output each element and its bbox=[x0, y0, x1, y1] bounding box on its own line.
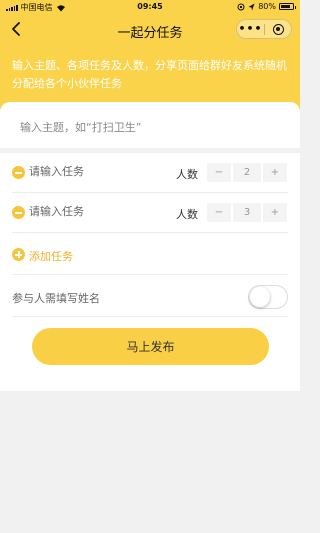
status-right: 80% bbox=[237, 2, 296, 11]
task-panel: 人数 − 2 + 人数 − 3 + 添加任务 参与人需填写姓名 马上发布 bbox=[0, 153, 300, 391]
intro-banner: 输入主题、各项任务及人数，分享页面给群好友系统随机分配给各个小伙伴任务 bbox=[0, 46, 300, 110]
row-divider bbox=[12, 274, 288, 275]
close-button[interactable] bbox=[265, 23, 291, 35]
row-divider bbox=[12, 232, 288, 233]
location-icon bbox=[248, 3, 255, 10]
require-name-label: 参与人需填写姓名 bbox=[12, 292, 100, 305]
task-row: 人数 − 2 + bbox=[0, 153, 300, 193]
toggle-knob bbox=[250, 287, 270, 307]
lock-rotation-icon bbox=[237, 3, 245, 10]
battery-icon bbox=[279, 3, 296, 10]
task-name-input[interactable] bbox=[29, 205, 149, 218]
require-name-row: 参与人需填写姓名 bbox=[0, 277, 300, 317]
count-value[interactable]: 2 bbox=[233, 163, 261, 182]
quantity-stepper: − 2 + bbox=[207, 163, 289, 182]
decrement-button[interactable]: − bbox=[207, 203, 231, 222]
require-name-toggle[interactable] bbox=[248, 285, 288, 309]
count-label: 人数 bbox=[176, 208, 198, 221]
count-value[interactable]: 3 bbox=[233, 203, 261, 222]
add-task-row[interactable]: 添加任务 bbox=[0, 235, 300, 275]
task-name-input[interactable] bbox=[29, 165, 149, 178]
target-circle-icon bbox=[272, 23, 284, 35]
task-row: 人数 − 3 + bbox=[0, 193, 300, 233]
topic-input[interactable] bbox=[20, 121, 280, 134]
decrement-button[interactable]: − bbox=[207, 163, 231, 182]
row-divider bbox=[12, 316, 288, 317]
battery-percent: 80% bbox=[258, 2, 276, 11]
add-circle-icon bbox=[12, 248, 25, 261]
publish-button[interactable]: 马上发布 bbox=[32, 328, 269, 365]
status-bar: 中国电信 09:45 80% bbox=[0, 0, 300, 14]
count-label: 人数 bbox=[176, 168, 198, 181]
quantity-stepper: − 3 + bbox=[207, 203, 289, 222]
increment-button[interactable]: + bbox=[263, 203, 287, 222]
topic-card bbox=[0, 102, 300, 148]
nav-bar: 一起分任务 ••• bbox=[0, 14, 300, 46]
increment-button[interactable]: + bbox=[263, 163, 287, 182]
intro-text: 输入主题、各项任务及人数，分享页面给群好友系统随机分配给各个小伙伴任务 bbox=[12, 59, 287, 90]
remove-task-icon[interactable] bbox=[12, 206, 25, 219]
battery-fill bbox=[281, 5, 290, 8]
more-button[interactable]: ••• bbox=[237, 20, 264, 38]
add-task-button[interactable]: 添加任务 bbox=[29, 248, 73, 264]
remove-task-icon[interactable] bbox=[12, 166, 25, 179]
mini-program-capsule: ••• bbox=[236, 19, 292, 39]
